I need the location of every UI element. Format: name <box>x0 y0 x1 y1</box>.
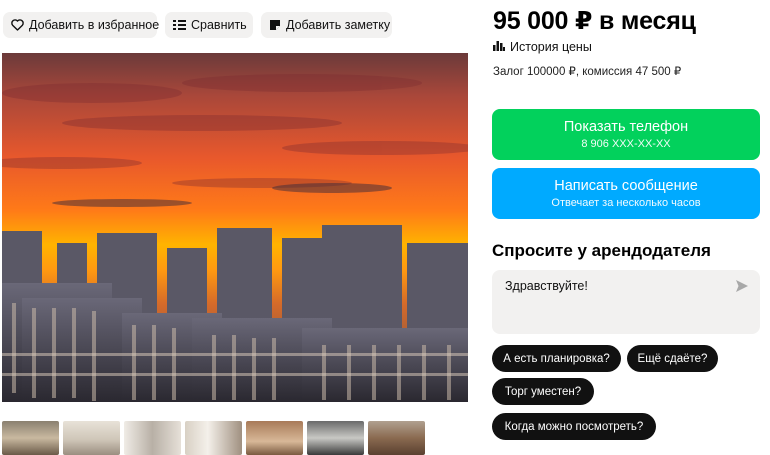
note-icon <box>269 18 281 32</box>
show-phone-button[interactable]: Показать телефон 8 906 XXX-XX-XX <box>492 109 760 160</box>
message-input[interactable]: Здравствуйте! <box>492 270 760 334</box>
price-history-link[interactable]: История цены <box>493 39 592 54</box>
message-input-text[interactable]: Здравствуйте! <box>505 279 588 293</box>
add-to-favorites-button[interactable]: Добавить в избранное <box>3 12 160 38</box>
write-message-button[interactable]: Написать сообщение Отвечает за несколько… <box>492 168 760 219</box>
add-note-button[interactable]: Добавить заметку <box>261 12 392 38</box>
thumbnail-photo[interactable] <box>124 421 181 455</box>
compare-icon <box>173 18 186 32</box>
thumbnail-photo[interactable] <box>368 421 425 455</box>
add-note-label: Добавить заметку <box>286 18 391 32</box>
quick-question-layout[interactable]: А есть планировка? <box>492 345 621 372</box>
compare-button[interactable]: Сравнить <box>165 12 253 38</box>
masked-phone-number: 8 906 XXX-XX-XX <box>581 138 671 150</box>
quick-question-still-available[interactable]: Ещё сдаёте? <box>627 345 718 372</box>
price-history-label: История цены <box>510 39 592 54</box>
thumbnail-photo[interactable] <box>63 421 120 455</box>
main-listing-photo[interactable] <box>2 53 468 402</box>
heart-icon <box>11 18 24 32</box>
response-time-note: Отвечает за несколько часов <box>551 197 701 209</box>
thumbnail-photo[interactable] <box>2 421 59 455</box>
add-to-favorites-label: Добавить в избранное <box>29 18 160 32</box>
thumbnail-photo[interactable] <box>246 421 303 455</box>
thumbnail-photo[interactable] <box>185 421 242 455</box>
bar-chart-icon <box>493 39 505 54</box>
listing-actions: Добавить в избранное Сравнить Добавить з… <box>3 12 392 38</box>
rent-price: 95 000 ₽ в месяц <box>493 7 696 35</box>
deposit-commission-text: Залог 100000 ₽, комиссия 47 500 ₽ <box>493 66 682 78</box>
write-message-label: Написать сообщение <box>554 178 698 194</box>
photo-thumbnails <box>2 421 425 455</box>
quick-question-bargain[interactable]: Торг уместен? <box>492 378 594 405</box>
compare-label: Сравнить <box>191 18 247 32</box>
ask-landlord-heading: Спросите у арендодателя <box>492 241 711 260</box>
thumbnail-photo[interactable] <box>307 421 364 455</box>
quick-question-viewing-time[interactable]: Когда можно посмотреть? <box>492 413 656 440</box>
send-arrow-icon[interactable] <box>735 279 749 293</box>
show-phone-label: Показать телефон <box>563 119 689 135</box>
